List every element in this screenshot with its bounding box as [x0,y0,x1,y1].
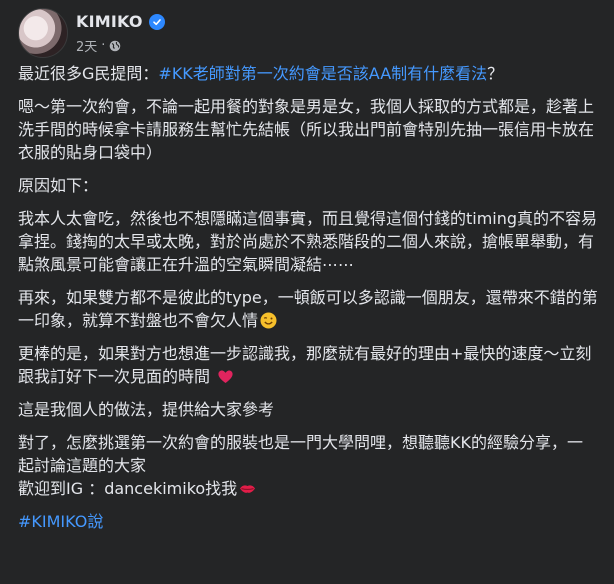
author-name[interactable]: KIMIKO [76,12,143,31]
avatar[interactable] [18,8,68,58]
paragraph-intro: 最近很多G民提問：#KK老師對第一次約會是否該AA制有什麼看法？ [18,62,598,85]
smiling-face-emoji [260,312,277,329]
reason-two-text: 再來，如果雙方都不是彼此的type，一頓飯可以多認識一個朋友，還帶來不錯的第一印… [18,288,598,330]
author-name-row: KIMIKO [76,12,165,31]
post-meta: 2天 · [76,36,121,55]
red-heart-emoji [217,368,234,385]
paragraph-reason-one: 我本人太會吃，然後也不想隱瞞這個事實，而且覺得這個付錢的timing真的不容易拿… [18,209,598,274]
hashtag-link[interactable]: #KK老師對第一次約會是否該AA制有什麼看法 [158,64,487,83]
post-time[interactable]: 2天 [76,36,97,55]
paragraph-approach: 嗯～第一次約會，不論一起用餐的對象是男是女，我個人採取的方式都是，趁著上洗手間的… [18,97,595,162]
intro-text: 最近很多G民提問： [18,64,159,83]
paragraph-reason-two: 再來，如果雙方都不是彼此的type，一頓飯可以多認識一個朋友，還帶來不錯的第一印… [18,286,598,332]
verified-badge-icon [148,13,165,30]
post-body: 最近很多G民提問：#KK老師對第一次約會是否該AA制有什麼看法？ 嗯～第一次約會… [18,62,598,543]
closing-text: 對了，怎麼挑選第一次約會的服裝也是一門大學問哩，想聽聽KK的經驗分享，一起討論這… [18,433,583,475]
paragraph-reasons-heading: 原因如下： [18,176,99,195]
post-header: KIMIKO 2天 · [18,8,598,58]
globe-icon[interactable] [109,40,121,52]
meta-separator: · [101,38,106,53]
paragraph-closing: 對了，怎麼挑選第一次約會的服裝也是一門大學問哩，想聽聽KK的經驗分享，一起討論這… [18,431,598,500]
footer-hashtag-paragraph: #KIMIKO說 [18,510,598,533]
reason-three-text: 更棒的是，如果對方也想進一步認識我，那麼就有最好的理由+最快的速度～立刻跟我訂好… [18,344,592,386]
paragraph-reason-three: 更棒的是，如果對方也想進一步認識我，那麼就有最好的理由+最快的速度～立刻跟我訂好… [18,342,598,388]
ig-invite-text: 歡迎到IG ：dancekimiko找我 [18,479,238,498]
kiss-mark-emoji [239,480,256,497]
paragraph-note: 這是我個人的做法，提供給大家參考 [18,400,275,419]
footer-hashtag-link[interactable]: #KIMIKO說 [18,512,103,531]
intro-end: ？ [487,64,504,83]
